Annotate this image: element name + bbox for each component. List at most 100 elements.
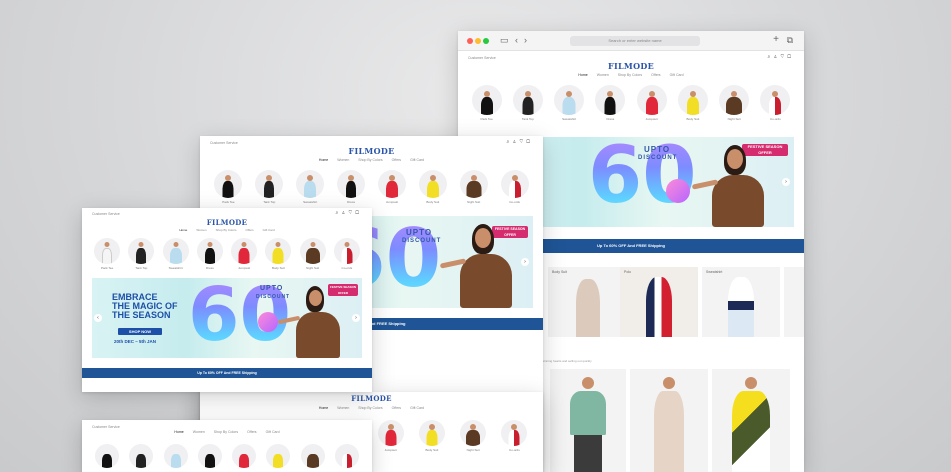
category-item[interactable]	[300, 444, 325, 468]
main-nav: Home Women Shop By Colors Offers Gift Ca…	[82, 228, 372, 235]
model-image	[691, 137, 780, 227]
next-slide-icon[interactable]: ›	[521, 258, 529, 266]
banner-upto: UPTO	[260, 285, 284, 292]
site-logo[interactable]: FILMODE	[200, 394, 543, 404]
close-window-icon[interactable]	[467, 38, 473, 44]
category-item[interactable]: Night Suit	[460, 420, 487, 452]
main-nav: Home Women Shop By Colors Offers Gift Ca…	[458, 73, 804, 81]
cart-icon[interactable]: ▢	[526, 139, 533, 145]
nav-shop-by-colors[interactable]: Shop By Colors	[216, 228, 237, 235]
category-item[interactable]	[334, 444, 359, 468]
category-item[interactable]	[163, 444, 188, 468]
category-item[interactable]: Night Suit	[719, 85, 750, 131]
address-bar[interactable]: Search or enter website name	[570, 36, 700, 46]
category-item[interactable]: Co-ords	[501, 420, 528, 452]
category-item[interactable]: Jumpsuit	[636, 85, 667, 131]
nav-shop-by-colors[interactable]: Shop By Colors	[618, 73, 642, 81]
category-item[interactable]: Pack Tee	[471, 85, 502, 131]
maximize-window-icon[interactable]	[483, 38, 489, 44]
product-card[interactable]	[712, 369, 790, 472]
category-item[interactable]: Co-ords	[333, 238, 360, 278]
category-item[interactable]: Body Suit	[418, 170, 447, 216]
nav-home[interactable]: Home	[578, 73, 587, 81]
nav-offers[interactable]: Offers	[246, 228, 254, 235]
back-icon[interactable]: ‹	[515, 35, 518, 45]
tabs-overview-icon[interactable]: ⧉	[787, 35, 793, 46]
main-nav: Home Women Shop By Colors Offers Gift Ca…	[200, 406, 543, 414]
banner-upto: UPTO	[644, 145, 671, 154]
category-row	[82, 444, 372, 468]
nav-shop-by-colors[interactable]: Shop By Colors	[358, 406, 382, 414]
category-item[interactable]: Tank Top	[128, 238, 155, 278]
customer-service-link[interactable]: Customer Service	[210, 141, 238, 145]
category-item[interactable]: Body Suit	[418, 420, 445, 452]
nav-offers[interactable]: Offers	[392, 158, 401, 166]
category-item[interactable]: Co-ords	[760, 85, 791, 131]
nav-offers[interactable]: Offers	[651, 73, 660, 81]
category-item[interactable]	[95, 444, 120, 468]
collection-card[interactable]: Body Suit	[548, 267, 630, 337]
site-header: Customer Service ⌕♙♡▢	[82, 208, 372, 218]
category-item[interactable]	[197, 444, 222, 468]
next-slide-icon[interactable]: ›	[352, 314, 360, 322]
main-nav: Home Women Shop By Colors Offers Gift Ca…	[200, 158, 543, 166]
nav-home[interactable]: Home	[319, 406, 328, 414]
category-item[interactable]: Jumpsuit	[231, 238, 258, 278]
category-item[interactable]: Tank Top	[512, 85, 543, 131]
nav-home[interactable]: Home	[319, 158, 328, 166]
category-item[interactable]: Sweatshirt	[162, 238, 189, 278]
header-icons: ⌕♙♡▢	[336, 210, 363, 216]
new-tab-icon[interactable]: +	[773, 34, 779, 45]
customer-service-link[interactable]: Customer Service	[92, 212, 120, 216]
offer-dates: 20th DEC – 5th JAN	[114, 339, 157, 344]
forward-icon[interactable]: ›	[524, 35, 527, 45]
percent-badge	[666, 179, 690, 203]
prev-slide-icon[interactable]: ‹	[94, 314, 102, 322]
category-item[interactable]: Night Suit	[459, 170, 488, 216]
product-card[interactable]	[550, 369, 626, 472]
category-item[interactable]: Body Suit	[677, 85, 708, 131]
category-item[interactable]	[232, 444, 257, 468]
customer-service-link[interactable]: Customer Service	[468, 56, 496, 60]
category-item[interactable]: Dress	[196, 238, 223, 278]
nav-gift-card[interactable]: Gift Card	[410, 158, 424, 166]
site-logo[interactable]: FILMODE	[82, 218, 372, 227]
minimize-window-icon[interactable]	[475, 38, 481, 44]
nav-women[interactable]: Women	[196, 228, 206, 235]
category-row: Pack Tee Tank Top Sweatshirt Dress Jumps…	[458, 85, 804, 131]
cart-icon[interactable]: ▢	[355, 210, 362, 216]
next-slide-icon[interactable]: ›	[782, 178, 790, 186]
nav-home[interactable]: Home	[179, 228, 187, 235]
sidebar-icon[interactable]: ▭	[500, 35, 509, 46]
shop-now-button[interactable]: SHOP NOW	[118, 328, 162, 335]
nav-gift-card[interactable]: Gift Card	[670, 73, 684, 81]
cart-icon[interactable]: ▢	[787, 54, 794, 60]
nav-women[interactable]: Women	[597, 73, 609, 81]
banner-discount-label: DISCOUNT	[256, 294, 291, 300]
category-item[interactable]: Jumpsuit	[377, 420, 404, 452]
category-item[interactable]: Jumpsuit	[377, 170, 406, 216]
category-item[interactable]: Pack Tee	[94, 238, 121, 278]
promo-bar[interactable]: Up To 60% OFF And FREE Shipping	[82, 368, 372, 378]
browser-window-front: Customer Service ⌕♙♡▢ FILMODE Home Women…	[82, 208, 372, 392]
category-item[interactable]: Body Suit	[265, 238, 292, 278]
banner-discount-label: DISCOUNT	[638, 155, 678, 161]
nav-women[interactable]: Women	[337, 406, 349, 414]
category-item[interactable]	[129, 444, 154, 468]
category-item[interactable]: Dress	[595, 85, 626, 131]
collection-card[interactable]	[784, 267, 804, 337]
collection-card[interactable]: Sweatshirt	[702, 267, 780, 337]
product-card[interactable]	[630, 369, 708, 472]
category-item[interactable]: Sweatshirt	[554, 85, 585, 131]
hero-banner[interactable]: EMBRACE THE MAGIC OF THE SEASON SHOP NOW…	[92, 278, 362, 358]
nav-women[interactable]: Women	[337, 158, 349, 166]
nav-offers[interactable]: Offers	[392, 406, 401, 414]
customer-service-link[interactable]: Customer Service	[92, 425, 120, 429]
nav-gift-card[interactable]: Gift Card	[263, 228, 275, 235]
collection-card[interactable]: Polo	[620, 267, 698, 337]
nav-gift-card[interactable]: Gift Card	[410, 406, 424, 414]
nav-shop-by-colors[interactable]: Shop By Colors	[358, 158, 382, 166]
category-item[interactable]: Night Suit	[299, 238, 326, 278]
category-item[interactable]	[266, 444, 291, 468]
category-item[interactable]: Co-ords	[500, 170, 529, 216]
